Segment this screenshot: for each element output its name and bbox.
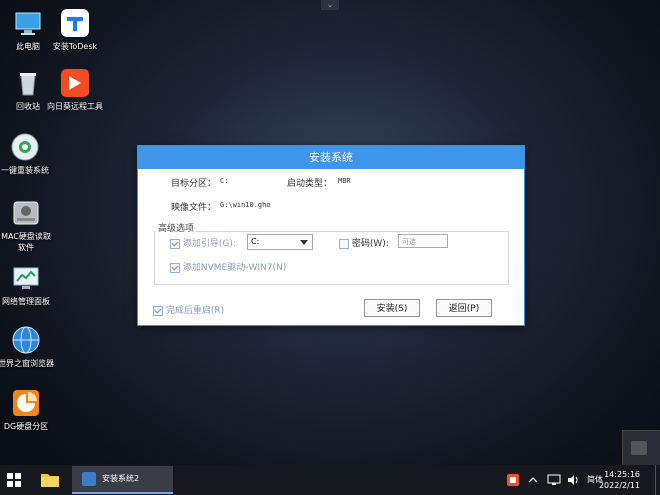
desktop-icon-reinstall[interactable]: 一键重装系统 [0,132,53,176]
desktop-icon-mac-disk[interactable]: MAC硬盘读取软件 [0,198,54,253]
desktop-icon-network-panel[interactable]: 网络管理面板 [0,263,54,307]
reboot-checkbox[interactable]: 完成后重启(R) [153,303,224,316]
target-partition-label: 目标分区： [171,179,217,189]
desktop-icon-label: 一键重装系统 [1,166,49,175]
show-desktop-button[interactable] [655,465,660,495]
clock-date: 2022/2/11 [598,481,640,490]
checkbox-icon [153,305,163,316]
recycle-bin-icon [13,68,43,98]
network-panel-icon [11,263,41,293]
desktop-icon-sunflower[interactable]: 向日葵远程工具 [47,68,103,112]
target-partition-value: C: [220,177,229,185]
chevron-up-icon[interactable] [526,473,540,487]
desktop-icon-todesk[interactable]: 安装ToDesk [47,8,103,52]
taskbar-app-install-system[interactable]: 安装系统2 [72,466,173,494]
checkbox-icon [339,238,349,249]
reinstall-icon [10,132,40,162]
boot-type-label: 启动类型： [287,179,333,189]
computer-icon [13,8,43,38]
desktop: ⌄ 此电脑 回收站 一键重装系统 MAC硬盘读取软件 网络管理面板 世界之窗浏览… [0,0,660,467]
volume-icon[interactable] [566,473,580,487]
taskbar-app-label: 安装系统2 [102,474,140,483]
reboot-label: 完成后重启(R) [165,306,225,316]
desktop-icon-label: 世界之窗浏览器 [0,359,54,368]
sunflower-icon [60,68,90,98]
desktop-icon-label: DG硬盘分区 [3,422,49,431]
start-button[interactable] [7,473,21,487]
chevron-down-icon[interactable]: ⌄ [321,0,339,10]
password-checkbox[interactable]: 密码(W): [339,236,389,249]
image-file-value: G:\win10.gho [220,201,271,209]
desktop-icon-diskgenius[interactable]: DG硬盘分区 [0,388,54,432]
desktop-icon-browser[interactable]: 世界之窗浏览器 [0,325,54,369]
password-label: 密码(W): [351,239,389,249]
taskbar: 安装系统2 简体 14:25:16 2022/2/11 [0,465,660,495]
boot-drive-select[interactable]: C: [247,234,313,250]
install-button[interactable]: 安装(S) [364,299,420,317]
taskbar-clock[interactable]: 14:25:16 2022/2/11 [599,469,640,491]
checkbox-icon [170,262,180,273]
advanced-options-title: 高级选项 [156,221,197,234]
tray-app-icon[interactable] [506,473,520,487]
desktop-icon-label: 网络管理面板 [2,297,50,306]
network-icon[interactable] [547,473,561,487]
boot-drive-value: C: [251,237,260,246]
image-file-label: 映像文件： [171,203,217,213]
password-input[interactable]: 可选 [398,234,448,248]
back-button[interactable]: 返回(P) [436,299,492,317]
clock-time: 14:25:16 [604,470,640,479]
install-system-dialog: 安装系统 目标分区： C: 启动类型： MBR 映像文件： G:\win10.g… [137,145,525,326]
desktop-icon-label: MAC硬盘读取软件 [1,232,51,252]
add-boot-label: 添加引导(G): [182,239,236,249]
desktop-icon-label: 向日葵远程工具 [47,102,103,111]
diskgenius-icon [11,388,41,418]
window-preview-thumbnail[interactable] [622,430,660,467]
file-explorer-icon[interactable] [40,471,60,488]
mac-disk-icon [11,198,41,228]
install-system-icon [82,472,96,486]
boot-type-value: MBR [338,177,351,185]
dropdown-arrow-icon [300,240,308,245]
dialog-title: 安装系统 [138,146,524,169]
add-boot-checkbox[interactable]: 添加引导(G): [170,236,236,249]
desktop-icon-label: 安装ToDesk [52,42,98,51]
nvme-label: 添加NVME驱动-WIN7(N) [182,263,287,273]
app-window-icon [631,441,647,455]
checkbox-icon [170,238,180,249]
nvme-checkbox[interactable]: 添加NVME驱动-WIN7(N) [170,260,286,273]
todesk-icon [60,8,90,38]
browser-icon [11,325,41,355]
